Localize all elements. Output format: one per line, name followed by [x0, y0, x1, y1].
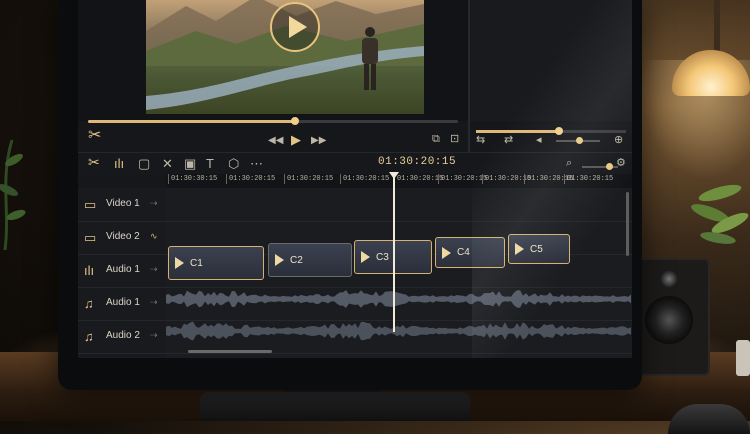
- ruler-tick: 01:30:30:15: [168, 174, 217, 184]
- scissors-icon[interactable]: ✂: [88, 128, 101, 144]
- ruler-tick: 01:30:20:15: [564, 174, 613, 184]
- track-header-video-2[interactable]: ▭ Video 2 ∿: [78, 221, 166, 255]
- track-link-icon[interactable]: ⇢: [150, 264, 158, 275]
- lamp-arm: [714, 0, 720, 55]
- left-plant: [0, 139, 26, 250]
- clip-label: C3: [376, 251, 389, 263]
- preview-progress-fill: [88, 120, 296, 123]
- vertical-scrollbar[interactable]: [626, 192, 629, 256]
- track-headers: ▭ Video 1 ⇢ ▭ Video 2 ∿ ılı Audio 1 ⇢ ♫ …: [78, 188, 167, 358]
- track-header-audio-1[interactable]: ılı Audio 1 ⇢: [78, 254, 166, 288]
- desk-lamp: [672, 50, 750, 96]
- speaker-woofer: [645, 296, 693, 344]
- music-note-icon: ♫: [84, 329, 94, 344]
- clip-label: C4: [457, 247, 470, 258]
- hiker-figure: [362, 27, 378, 90]
- audio-waveform-2[interactable]: [166, 318, 632, 344]
- more-icon[interactable]: ⋯: [250, 157, 263, 170]
- ruler-tick: 01:30:20:15: [284, 174, 333, 184]
- clip-play-icon: [361, 251, 370, 263]
- track-header-audio-1b[interactable]: ♫ Audio 1 ⇢: [78, 287, 166, 321]
- timeline-ruler[interactable]: 01:30:30:15 01:30:20:15 01:30:20:15 01:3…: [166, 174, 632, 189]
- waveform-icon[interactable]: ılı: [114, 157, 124, 170]
- export-icon[interactable]: ⊡: [450, 133, 459, 146]
- clip-play-icon: [275, 254, 284, 266]
- clip-c2[interactable]: C2: [268, 243, 352, 277]
- text-icon[interactable]: T: [206, 157, 214, 170]
- copy-icon[interactable]: ⧉: [432, 133, 440, 146]
- monitor-stand-base: [200, 392, 470, 421]
- playhead[interactable]: [389, 172, 399, 332]
- preview-progress-knob[interactable]: [291, 117, 300, 125]
- inspector-panel: [470, 0, 632, 121]
- adjust-icon[interactable]: ⇄: [504, 134, 513, 147]
- fast-forward-icon[interactable]: ▶▶: [311, 134, 326, 147]
- audio-waveform-1[interactable]: [166, 286, 632, 312]
- volume-icon[interactable]: ◂: [536, 134, 542, 147]
- swap-icon[interactable]: ⇆: [476, 134, 485, 147]
- image-icon[interactable]: ▣: [184, 157, 196, 170]
- track-curve-icon[interactable]: ∿: [150, 231, 158, 242]
- settings-icon[interactable]: ⚙: [616, 157, 626, 170]
- transport-bar: ✂ ◀◀ ▶ ▶▶ ⧉ ⊡ ⇆ ⇄ ◂ ⊕: [78, 126, 632, 152]
- track-name: Audio 1: [106, 297, 140, 308]
- rewind-icon[interactable]: ◀◀: [268, 134, 283, 147]
- audio-bars-icon: ılı: [84, 263, 95, 278]
- track-name: Video 2: [106, 231, 140, 242]
- clip-label: C1: [190, 257, 203, 269]
- track-header-audio-2[interactable]: ♫ Audio 2 ⇢: [78, 320, 166, 354]
- clip-c5[interactable]: C5: [508, 234, 570, 264]
- cut-icon[interactable]: ✕: [162, 157, 173, 170]
- music-note-icon: ♫: [84, 296, 94, 311]
- video-camera-icon: ▭: [84, 197, 97, 212]
- track-name: Audio 1: [106, 264, 140, 275]
- zoom-in-icon[interactable]: ⊕: [614, 134, 623, 147]
- timecode-display: 01:30:20:15: [378, 156, 457, 168]
- clip-c4[interactable]: C4: [435, 237, 505, 268]
- ruler-tick: 01:30:20:15: [340, 174, 389, 184]
- search-icon[interactable]: ⌕: [566, 157, 572, 170]
- ruler-tick: 01:30:20:15: [226, 174, 275, 184]
- timeline-toolbar: ✂ ılı ▢ ✕ ▣ T ⬡ ⋯ ⌕ ⚙: [78, 152, 632, 175]
- speaker-tweeter: [660, 270, 678, 288]
- play-overlay-button[interactable]: [270, 2, 320, 52]
- timeline-zoom-slider[interactable]: [582, 163, 618, 170]
- potted-plant: [691, 184, 749, 244]
- monitor: ✂ ◀◀ ▶ ▶▶ ⧉ ⊡ ⇆ ⇄ ◂ ⊕ ✂ ılı ▢ ✕ ▣ T ⬡ ⋯ …: [58, 0, 642, 390]
- clip-play-icon: [442, 246, 451, 259]
- preview-panel: [78, 0, 468, 121]
- horizontal-scrollbar[interactable]: [188, 350, 272, 353]
- track-link-icon[interactable]: ⇢: [150, 198, 158, 209]
- track-name: Audio 2: [106, 330, 140, 341]
- playhead-cap[interactable]: [389, 172, 399, 179]
- play-icon[interactable]: ▶: [291, 133, 301, 146]
- crop-icon[interactable]: ▢: [138, 157, 150, 170]
- effects-icon[interactable]: ⬡: [228, 157, 239, 170]
- ruler-tick: 01:30:20:15: [438, 174, 487, 184]
- mug: [736, 340, 750, 376]
- razor-icon[interactable]: ✂: [88, 155, 100, 169]
- volume-knob[interactable]: [576, 137, 583, 144]
- timeline-zoom-knob[interactable]: [606, 163, 613, 170]
- clip-play-icon: [175, 257, 184, 269]
- preview-progress-bar[interactable]: [88, 117, 458, 125]
- clip-play-icon: [515, 243, 524, 255]
- track-header-video-1[interactable]: ▭ Video 1 ⇢: [78, 188, 166, 222]
- clip-label: C2: [290, 254, 303, 266]
- lane-video-1[interactable]: [166, 188, 632, 222]
- video-frame-icon: ▭: [84, 230, 97, 245]
- volume-slider[interactable]: [556, 137, 600, 144]
- clip-label: C5: [530, 243, 543, 255]
- track-link-icon[interactable]: ⇢: [150, 297, 158, 308]
- clip-c1[interactable]: C1: [168, 246, 264, 280]
- track-link-icon[interactable]: ⇢: [150, 330, 158, 341]
- editor-screen: ✂ ◀◀ ▶ ▶▶ ⧉ ⊡ ⇆ ⇄ ◂ ⊕ ✂ ılı ▢ ✕ ▣ T ⬡ ⋯ …: [78, 0, 632, 358]
- ruler-tick: 01:30:20:15: [394, 174, 443, 184]
- video-preview[interactable]: [146, 0, 424, 114]
- track-name: Video 1: [106, 198, 140, 209]
